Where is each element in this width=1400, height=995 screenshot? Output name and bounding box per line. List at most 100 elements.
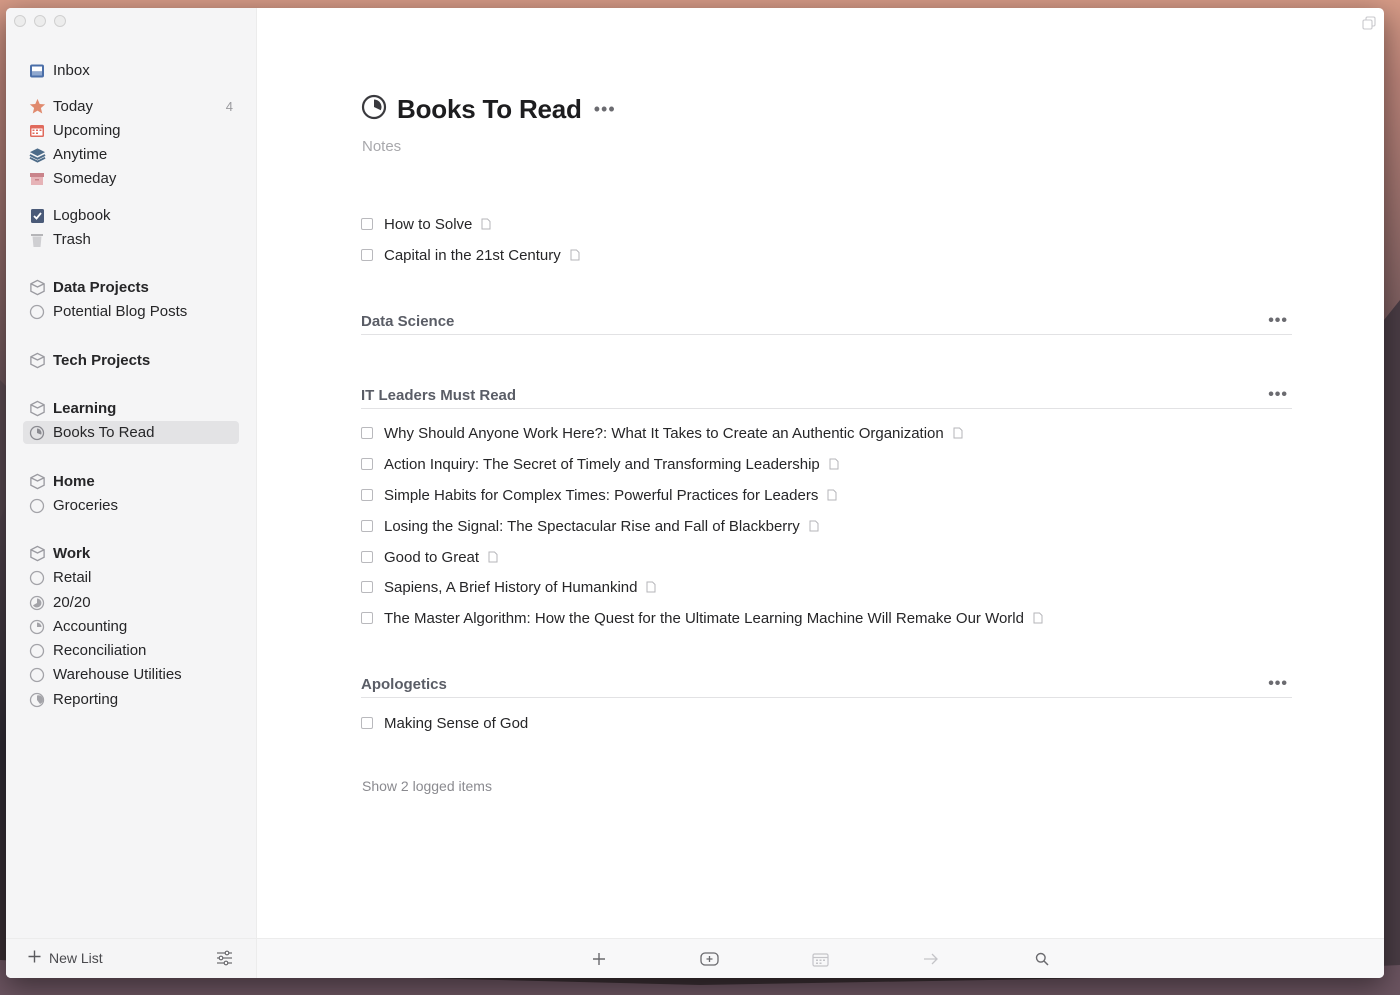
heading-more-button[interactable]: ••• — [1268, 386, 1288, 404]
note-icon — [829, 458, 839, 470]
sidebar-project-books-to-read[interactable]: Books To Read — [23, 421, 239, 444]
task-checkbox[interactable] — [361, 489, 373, 501]
sidebar-project-accounting[interactable]: Accounting — [23, 615, 239, 638]
sidebar-project-groceries[interactable]: Groceries — [23, 494, 239, 517]
sidebar-area-home[interactable]: Home — [23, 470, 239, 493]
minimize-window-button[interactable] — [34, 15, 46, 27]
heading-data-science[interactable]: Data Science ••• — [361, 308, 1292, 335]
sidebar-item-someday[interactable]: Someday — [23, 167, 239, 190]
task-row[interactable]: Action Inquiry: The Secret of Timely and… — [361, 453, 839, 475]
new-list-button[interactable]: New List — [28, 950, 103, 966]
sidebar-area-learning[interactable]: Learning — [23, 397, 239, 420]
heading-more-button[interactable]: ••• — [1268, 312, 1288, 330]
heading-title: Apologetics — [361, 675, 447, 693]
project-progress-icon — [28, 424, 46, 442]
task-title: Capital in the 21st Century — [384, 246, 561, 264]
sidebar-item-label: Potential Blog Posts — [53, 303, 188, 320]
project-progress-icon — [28, 691, 46, 709]
sidebar-item-logbook[interactable]: Logbook — [23, 204, 239, 227]
layers-icon — [28, 146, 46, 164]
close-window-button[interactable] — [14, 15, 26, 27]
sidebar-item-label: Learning — [53, 400, 117, 417]
task-row[interactable]: The Master Algorithm: How the Quest for … — [361, 607, 1043, 629]
sidebar-project-warehouse-utilities[interactable]: Warehouse Utilities — [23, 663, 239, 686]
project-progress-icon — [28, 594, 46, 612]
sidebar-item-inbox[interactable]: Inbox — [23, 59, 239, 82]
area-icon — [28, 473, 46, 491]
task-title: Losing the Signal: The Spectacular Rise … — [384, 517, 800, 535]
task-checkbox[interactable] — [361, 218, 373, 230]
sidebar-project-reconciliation[interactable]: Reconciliation — [23, 639, 239, 662]
task-row[interactable]: Making Sense of God — [361, 712, 528, 734]
task-checkbox[interactable] — [361, 427, 373, 439]
sidebar-item-label: Upcoming — [53, 122, 121, 139]
sidebar-item-label: Logbook — [53, 207, 111, 224]
trash-icon — [28, 231, 46, 249]
project-notes-field[interactable]: Notes — [362, 138, 401, 155]
note-icon — [570, 249, 580, 261]
add-task-icon[interactable] — [589, 949, 609, 969]
box-icon — [28, 170, 46, 188]
project-circle-icon — [28, 497, 46, 515]
note-icon — [488, 551, 498, 563]
sidebar-item-anytime[interactable]: Anytime — [23, 143, 239, 166]
task-title: The Master Algorithm: How the Quest for … — [384, 609, 1024, 627]
task-checkbox[interactable] — [361, 717, 373, 729]
sidebar-project-retail[interactable]: Retail — [23, 566, 239, 589]
heading-apologetics[interactable]: Apologetics ••• — [361, 671, 1292, 698]
search-icon[interactable] — [1032, 949, 1052, 969]
filter-settings-icon[interactable] — [216, 950, 233, 971]
task-checkbox[interactable] — [361, 581, 373, 593]
task-checkbox[interactable] — [361, 249, 373, 261]
task-checkbox[interactable] — [361, 551, 373, 563]
sidebar-item-label: Trash — [53, 231, 91, 248]
task-row[interactable]: Good to Great — [361, 546, 498, 568]
sidebar-project-potential-blog-posts[interactable]: Potential Blog Posts — [23, 300, 239, 323]
sidebar-item-label: Reporting — [53, 691, 119, 708]
new-list-label: New List — [49, 950, 103, 966]
sidebar-item-label: Work — [53, 545, 91, 562]
move-arrow-icon[interactable] — [921, 949, 941, 969]
area-icon — [28, 545, 46, 563]
sidebar-item-label: Groceries — [53, 497, 119, 514]
sidebar-footer: New List — [6, 939, 257, 978]
task-checkbox[interactable] — [361, 520, 373, 532]
duplicate-window-icon[interactable] — [1362, 16, 1376, 35]
sidebar-area-work[interactable]: Work — [23, 542, 239, 565]
task-title: Why Should Anyone Work Here?: What It Ta… — [384, 424, 944, 442]
zoom-window-button[interactable] — [54, 15, 66, 27]
sidebar-item-trash[interactable]: Trash — [23, 228, 239, 251]
page-title[interactable]: Books To Read — [397, 94, 582, 125]
task-title: Good to Great — [384, 548, 480, 566]
task-row[interactable]: Why Should Anyone Work Here?: What It Ta… — [361, 422, 963, 444]
task-checkbox[interactable] — [361, 458, 373, 470]
task-row[interactable]: How to Solve — [361, 213, 491, 235]
task-row[interactable]: Sapiens, A Brief History of Humankind — [361, 576, 656, 598]
sidebar-project-reporting[interactable]: Reporting — [23, 688, 239, 711]
heading-more-button[interactable]: ••• — [1268, 675, 1288, 693]
sidebar-area-data-projects[interactable]: Data Projects — [23, 276, 239, 299]
task-title: How to Solve — [384, 215, 473, 233]
project-more-button[interactable]: ••• — [594, 99, 616, 120]
task-row[interactable]: Simple Habits for Complex Times: Powerfu… — [361, 484, 837, 506]
heading-title: IT Leaders Must Read — [361, 386, 517, 404]
task-row[interactable]: Capital in the 21st Century — [361, 244, 580, 266]
note-icon — [827, 489, 837, 501]
when-calendar-icon[interactable] — [810, 949, 830, 969]
sidebar-item-upcoming[interactable]: Upcoming — [23, 119, 239, 142]
sidebar-project-20-20[interactable]: 20/20 — [23, 591, 239, 614]
sidebar-item-label: Tech Projects — [53, 352, 151, 369]
task-checkbox[interactable] — [361, 612, 373, 624]
heading-title: Data Science — [361, 312, 455, 330]
task-row[interactable]: Losing the Signal: The Spectacular Rise … — [361, 515, 819, 537]
note-icon — [646, 581, 656, 593]
bottom-toolbar: New List — [6, 938, 1384, 978]
note-icon — [1033, 612, 1043, 624]
add-heading-icon[interactable] — [700, 949, 720, 969]
sidebar-item-today[interactable]: Today 4 — [23, 95, 239, 118]
heading-it-leaders-must-read[interactable]: IT Leaders Must Read ••• — [361, 382, 1292, 409]
sidebar-item-label: Data Projects — [53, 279, 149, 296]
today-count-badge: 4 — [225, 99, 233, 114]
show-logged-items-link[interactable]: Show 2 logged items — [362, 778, 492, 794]
sidebar-area-tech-projects[interactable]: Tech Projects — [23, 349, 239, 372]
